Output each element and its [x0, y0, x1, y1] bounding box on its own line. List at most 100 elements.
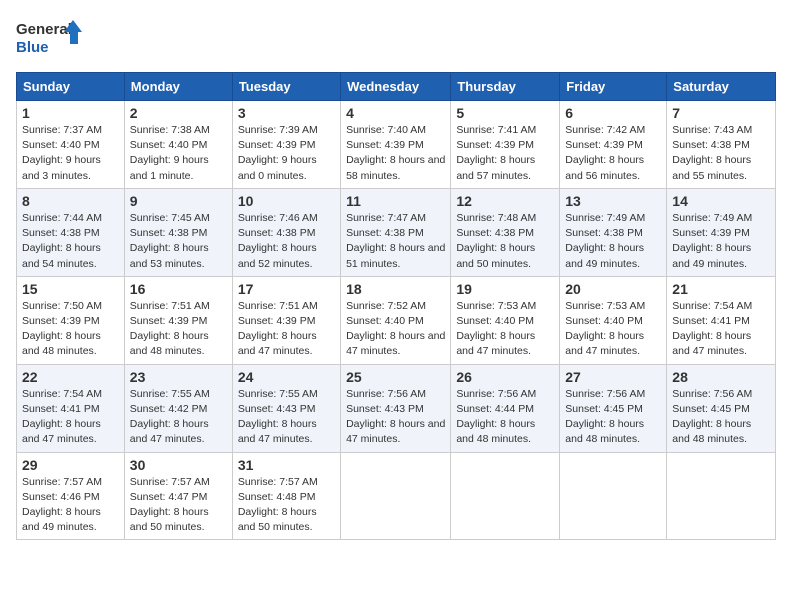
day-info: Sunrise: 7:37 AMSunset: 4:40 PMDaylight:…: [22, 123, 119, 184]
day-number: 20: [565, 281, 661, 297]
calendar-cell: 22 Sunrise: 7:54 AMSunset: 4:41 PMDayligh…: [17, 364, 125, 452]
weekday-header-sunday: Sunday: [17, 73, 125, 101]
calendar-cell: 12 Sunrise: 7:48 AMSunset: 4:38 PMDayligh…: [451, 188, 560, 276]
day-number: 11: [346, 193, 445, 209]
day-info: Sunrise: 7:47 AMSunset: 4:38 PMDaylight:…: [346, 211, 445, 272]
day-number: 5: [456, 105, 554, 121]
day-number: 1: [22, 105, 119, 121]
day-info: Sunrise: 7:57 AMSunset: 4:48 PMDaylight:…: [238, 475, 335, 536]
calendar-cell: 15 Sunrise: 7:50 AMSunset: 4:39 PMDayligh…: [17, 276, 125, 364]
day-number: 9: [130, 193, 227, 209]
day-info: Sunrise: 7:45 AMSunset: 4:38 PMDaylight:…: [130, 211, 227, 272]
weekday-header-tuesday: Tuesday: [232, 73, 340, 101]
day-number: 21: [672, 281, 770, 297]
day-number: 10: [238, 193, 335, 209]
calendar-cell: [667, 452, 776, 540]
svg-text:Blue: Blue: [16, 39, 49, 56]
week-row-5: 29 Sunrise: 7:57 AMSunset: 4:46 PMDayligh…: [17, 452, 776, 540]
day-info: Sunrise: 7:41 AMSunset: 4:39 PMDaylight:…: [456, 123, 554, 184]
calendar-cell: 1 Sunrise: 7:37 AMSunset: 4:40 PMDaylight…: [17, 101, 125, 189]
day-number: 22: [22, 369, 119, 385]
weekday-header-monday: Monday: [124, 73, 232, 101]
day-number: 7: [672, 105, 770, 121]
calendar-cell: 13 Sunrise: 7:49 AMSunset: 4:38 PMDayligh…: [560, 188, 667, 276]
calendar-cell: 31 Sunrise: 7:57 AMSunset: 4:48 PMDayligh…: [232, 452, 340, 540]
day-info: Sunrise: 7:51 AMSunset: 4:39 PMDaylight:…: [238, 299, 335, 360]
calendar-cell: 26 Sunrise: 7:56 AMSunset: 4:44 PMDayligh…: [451, 364, 560, 452]
day-number: 23: [130, 369, 227, 385]
calendar-cell: 7 Sunrise: 7:43 AMSunset: 4:38 PMDaylight…: [667, 101, 776, 189]
day-info: Sunrise: 7:53 AMSunset: 4:40 PMDaylight:…: [456, 299, 554, 360]
day-number: 8: [22, 193, 119, 209]
calendar-cell: 16 Sunrise: 7:51 AMSunset: 4:39 PMDayligh…: [124, 276, 232, 364]
calendar-cell: 9 Sunrise: 7:45 AMSunset: 4:38 PMDaylight…: [124, 188, 232, 276]
calendar-cell: 14 Sunrise: 7:49 AMSunset: 4:39 PMDayligh…: [667, 188, 776, 276]
day-info: Sunrise: 7:54 AMSunset: 4:41 PMDaylight:…: [22, 387, 119, 448]
calendar-cell: 29 Sunrise: 7:57 AMSunset: 4:46 PMDayligh…: [17, 452, 125, 540]
calendar-cell: 10 Sunrise: 7:46 AMSunset: 4:38 PMDayligh…: [232, 188, 340, 276]
calendar-cell: 28 Sunrise: 7:56 AMSunset: 4:45 PMDayligh…: [667, 364, 776, 452]
day-info: Sunrise: 7:40 AMSunset: 4:39 PMDaylight:…: [346, 123, 445, 184]
day-info: Sunrise: 7:55 AMSunset: 4:42 PMDaylight:…: [130, 387, 227, 448]
logo-svg: General Blue: [16, 16, 86, 60]
calendar-cell: 2 Sunrise: 7:38 AMSunset: 4:40 PMDaylight…: [124, 101, 232, 189]
day-number: 30: [130, 457, 227, 473]
weekday-header-thursday: Thursday: [451, 73, 560, 101]
svg-text:General: General: [16, 21, 72, 38]
day-info: Sunrise: 7:51 AMSunset: 4:39 PMDaylight:…: [130, 299, 227, 360]
day-info: Sunrise: 7:42 AMSunset: 4:39 PMDaylight:…: [565, 123, 661, 184]
day-number: 29: [22, 457, 119, 473]
day-number: 19: [456, 281, 554, 297]
day-info: Sunrise: 7:52 AMSunset: 4:40 PMDaylight:…: [346, 299, 445, 360]
week-row-3: 15 Sunrise: 7:50 AMSunset: 4:39 PMDayligh…: [17, 276, 776, 364]
week-row-2: 8 Sunrise: 7:44 AMSunset: 4:38 PMDaylight…: [17, 188, 776, 276]
calendar-cell: 24Sunrise: 7:55 AMSunset: 4:43 PMDayligh…: [232, 364, 340, 452]
day-info: Sunrise: 7:39 AMSunset: 4:39 PMDaylight:…: [238, 123, 335, 184]
calendar-cell: 21 Sunrise: 7:54 AMSunset: 4:41 PMDayligh…: [667, 276, 776, 364]
calendar-cell: 4 Sunrise: 7:40 AMSunset: 4:39 PMDaylight…: [341, 101, 451, 189]
day-number: 12: [456, 193, 554, 209]
calendar-cell: 30 Sunrise: 7:57 AMSunset: 4:47 PMDayligh…: [124, 452, 232, 540]
calendar-cell: [341, 452, 451, 540]
weekday-header-saturday: Saturday: [667, 73, 776, 101]
calendar-cell: 3Sunrise: 7:39 AMSunset: 4:39 PMDaylight…: [232, 101, 340, 189]
day-info: Sunrise: 7:46 AMSunset: 4:38 PMDaylight:…: [238, 211, 335, 272]
day-info: Sunrise: 7:44 AMSunset: 4:38 PMDaylight:…: [22, 211, 119, 272]
day-number: 26: [456, 369, 554, 385]
day-info: Sunrise: 7:48 AMSunset: 4:38 PMDaylight:…: [456, 211, 554, 272]
day-info: Sunrise: 7:57 AMSunset: 4:46 PMDaylight:…: [22, 475, 119, 536]
calendar-cell: 25Sunrise: 7:56 AMSunset: 4:43 PMDayligh…: [341, 364, 451, 452]
week-row-1: 1 Sunrise: 7:37 AMSunset: 4:40 PMDaylight…: [17, 101, 776, 189]
day-info: Sunrise: 7:43 AMSunset: 4:38 PMDaylight:…: [672, 123, 770, 184]
calendar-cell: 19 Sunrise: 7:53 AMSunset: 4:40 PMDayligh…: [451, 276, 560, 364]
day-info: Sunrise: 7:57 AMSunset: 4:47 PMDaylight:…: [130, 475, 227, 536]
calendar-table: SundayMondayTuesdayWednesdayThursdayFrid…: [16, 72, 776, 540]
day-number: 6: [565, 105, 661, 121]
day-number: 2: [130, 105, 227, 121]
day-info: Sunrise: 7:56 AMSunset: 4:45 PMDaylight:…: [672, 387, 770, 448]
calendar-cell: 5 Sunrise: 7:41 AMSunset: 4:39 PMDaylight…: [451, 101, 560, 189]
calendar-cell: 23 Sunrise: 7:55 AMSunset: 4:42 PMDayligh…: [124, 364, 232, 452]
day-number: 31: [238, 457, 335, 473]
day-info: Sunrise: 7:38 AMSunset: 4:40 PMDaylight:…: [130, 123, 227, 184]
day-info: Sunrise: 7:49 AMSunset: 4:39 PMDaylight:…: [672, 211, 770, 272]
day-info: Sunrise: 7:49 AMSunset: 4:38 PMDaylight:…: [565, 211, 661, 272]
day-number: 27: [565, 369, 661, 385]
calendar-cell: 18Sunrise: 7:52 AMSunset: 4:40 PMDayligh…: [341, 276, 451, 364]
calendar-cell: 11 Sunrise: 7:47 AMSunset: 4:38 PMDayligh…: [341, 188, 451, 276]
day-number: 14: [672, 193, 770, 209]
day-number: 16: [130, 281, 227, 297]
calendar-cell: 20Sunrise: 7:53 AMSunset: 4:40 PMDayligh…: [560, 276, 667, 364]
weekday-header-wednesday: Wednesday: [341, 73, 451, 101]
day-info: Sunrise: 7:50 AMSunset: 4:39 PMDaylight:…: [22, 299, 119, 360]
day-number: 13: [565, 193, 661, 209]
day-info: Sunrise: 7:56 AMSunset: 4:44 PMDaylight:…: [456, 387, 554, 448]
day-number: 15: [22, 281, 119, 297]
day-info: Sunrise: 7:54 AMSunset: 4:41 PMDaylight:…: [672, 299, 770, 360]
logo: General Blue: [16, 16, 86, 60]
day-number: 4: [346, 105, 445, 121]
weekday-header-friday: Friday: [560, 73, 667, 101]
day-number: 28: [672, 369, 770, 385]
calendar-cell: 17Sunrise: 7:51 AMSunset: 4:39 PMDayligh…: [232, 276, 340, 364]
calendar-cell: [451, 452, 560, 540]
